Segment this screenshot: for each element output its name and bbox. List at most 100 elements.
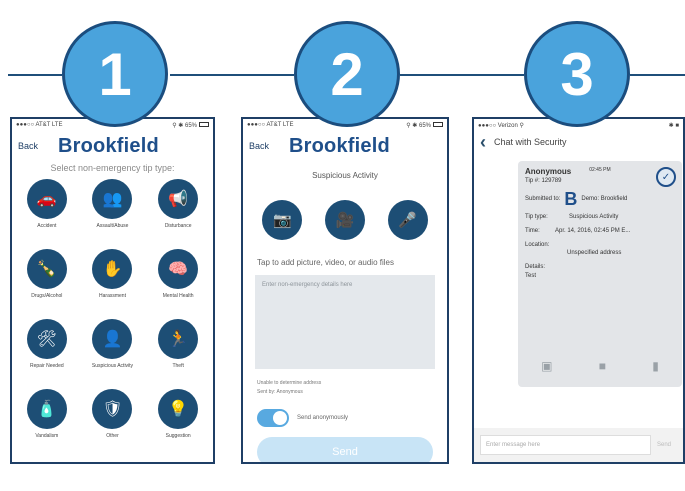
tip-label: Repair Needed: [30, 363, 64, 369]
shield-icon: 🛡: [92, 389, 133, 429]
tip-label: Drugs/Alcohol: [31, 293, 63, 299]
step-3-badge: 3: [524, 21, 630, 127]
toggle-label: Send anonymously: [297, 415, 349, 421]
tip-label: Other: [106, 433, 119, 439]
tip-label: Assault/Abuse: [96, 223, 129, 229]
carrier-text: ●●●○○ Verizon ⚲: [478, 122, 524, 129]
hand-icon: ✋: [92, 249, 133, 289]
details-label: Details:: [525, 264, 546, 270]
connector-line: [170, 74, 294, 76]
car-accident-icon: 🚗: [26, 179, 67, 219]
onboarding-steps-graphic: 1 2 3 ●●●○○ AT&T LTE ⚲ ✱ 65% Back Brookf…: [0, 0, 685, 491]
tip-type-value: Suspicious Activity: [569, 214, 619, 220]
person-icon: 👤: [92, 319, 133, 359]
tip-label: Disturbance: [164, 223, 192, 229]
camera-icon[interactable]: 📷: [262, 200, 303, 240]
microphone-icon[interactable]: ▮: [652, 359, 659, 373]
phone-screen-chat: ●●●○○ Verizon ⚲ ✱ ■ ‹ Chat with Security…: [472, 117, 685, 464]
head-icon: 🧠: [158, 249, 199, 289]
tip-type-label: Tip type:: [525, 214, 548, 220]
chevron-left-icon[interactable]: ‹: [480, 132, 486, 153]
tools-icon: 🛠: [26, 319, 67, 359]
instruction-text: Select non-emergency tip type:: [50, 163, 175, 173]
spray-icon: 🧴: [26, 389, 67, 429]
message-bar: Enter message here Send: [474, 428, 683, 462]
submitted-value: Demo: Brookfield: [581, 196, 628, 202]
tip-label: Theft: [172, 363, 184, 369]
details-value: Test: [525, 273, 537, 279]
shield-icon: ✓: [656, 167, 676, 187]
submission-meta: Unable to determine address Sent by: Ano…: [257, 379, 447, 397]
step-2-badge: 2: [294, 21, 400, 127]
tip-type-disturbance[interactable]: 📢 Disturbance: [145, 179, 211, 243]
tip-type-heading: Suspicious Activity: [312, 171, 378, 180]
attachment-icons: ▣ ■ ▮: [518, 359, 682, 373]
tip-label: Mental Health: [162, 293, 194, 299]
running-icon: 🏃: [158, 319, 199, 359]
anonymous-toggle[interactable]: [257, 409, 289, 427]
phone-screen-tip-type: ●●●○○ AT&T LTE ⚲ ✱ 65% Back Brookfield S…: [10, 117, 215, 464]
page-title: Brookfield: [58, 134, 159, 157]
phone-screen-tip-form: ●●●○○ AT&T LTE ⚲ ✱ 65% Back Brookfield S…: [241, 117, 449, 464]
tip-type-vandalism[interactable]: 🧴 Vandalism: [14, 389, 80, 453]
page-title: Brookfield: [289, 134, 390, 157]
media-buttons: 📷 🎥 🎤: [243, 200, 447, 240]
tip-message-card: ✓ Anonymous 02:45 PM Tip #: 129789 Submi…: [518, 161, 682, 387]
tip-type-suspicious[interactable]: 👤 Suspicious Activity: [80, 319, 146, 383]
message-time: 02:45 PM: [589, 167, 611, 173]
tip-label: Vandalism: [35, 433, 59, 439]
tip-label: Suspicious Activity: [91, 363, 134, 369]
step-1-badge: 1: [62, 21, 168, 127]
tip-label: Suggestion: [165, 433, 191, 439]
carrier-text: ●●●○○ AT&T LTE: [247, 122, 294, 128]
battery-indicator: ⚲ ✱ 65%: [406, 122, 443, 129]
tip-type-assault[interactable]: 👥 Assault/Abuse: [80, 179, 146, 243]
media-hint: Tap to add picture, video, or audio file…: [257, 258, 394, 267]
nav-header: Back Brookfield: [243, 131, 447, 161]
send-button[interactable]: Send: [257, 437, 433, 462]
video-icon[interactable]: ■: [599, 359, 606, 373]
carrier-text: ●●●○○ AT&T LTE: [16, 122, 63, 128]
anonymous-row: Send anonymously: [257, 409, 447, 427]
sent-by: Sent by: Anonymous: [257, 389, 303, 395]
tip-type-harassment[interactable]: ✋ Harassment: [80, 249, 146, 313]
tip-type-mental-health[interactable]: 🧠 Mental Health: [145, 249, 211, 313]
connector-line: [630, 74, 685, 76]
disturbance-icon: 📢: [158, 179, 199, 219]
connector-line: [400, 74, 524, 76]
back-button[interactable]: Back: [249, 141, 289, 151]
send-message-button[interactable]: Send: [651, 442, 677, 448]
tip-type-theft[interactable]: 🏃 Theft: [145, 319, 211, 383]
bottle-icon: 🍾: [26, 249, 67, 289]
submitted-label: Submitted to:: [525, 196, 561, 202]
tip-type-other[interactable]: 🛡 Other: [80, 389, 146, 453]
lightbulb-icon: 💡: [158, 389, 199, 429]
battery-indicator: ✱ ■: [668, 122, 679, 129]
tip-label: Accident: [37, 223, 57, 229]
time-value: Apr. 14, 2016, 02:45 PM E...: [555, 228, 631, 234]
tip-type-accident[interactable]: 🚗 Accident: [14, 179, 80, 243]
nav-header: Back Brookfield: [12, 131, 213, 161]
address-note: Unable to determine address: [257, 380, 322, 386]
sender-name: Anonymous: [525, 167, 572, 176]
tip-type-suggestion[interactable]: 💡 Suggestion: [145, 389, 211, 453]
camera-icon[interactable]: ▣: [541, 359, 552, 373]
people-icon: 👥: [92, 179, 133, 219]
brand-logo: B: [564, 189, 578, 209]
tip-id: Tip #: 129789: [525, 178, 562, 184]
time-label: Time:: [525, 228, 540, 234]
location-value: Unspecified address: [567, 250, 622, 256]
details-input[interactable]: Enter non-emergency details here: [255, 275, 435, 369]
location-label: Location:: [525, 242, 550, 248]
chat-header: ‹ Chat with Security: [474, 131, 683, 153]
connector-line: [8, 74, 62, 76]
tip-type-grid: 🚗 Accident 👥 Assault/Abuse 📢 Disturbance 🍾 D…: [12, 173, 213, 453]
message-input[interactable]: Enter message here: [480, 435, 651, 455]
video-icon[interactable]: 🎥: [324, 200, 365, 240]
chat-title: Chat with Security: [494, 137, 567, 147]
tip-type-repair[interactable]: 🛠 Repair Needed: [14, 319, 80, 383]
back-button[interactable]: Back: [18, 141, 58, 151]
microphone-icon[interactable]: 🎤: [387, 200, 428, 240]
tip-type-drugs[interactable]: 🍾 Drugs/Alcohol: [14, 249, 80, 313]
tip-label: Harassment: [99, 293, 126, 299]
